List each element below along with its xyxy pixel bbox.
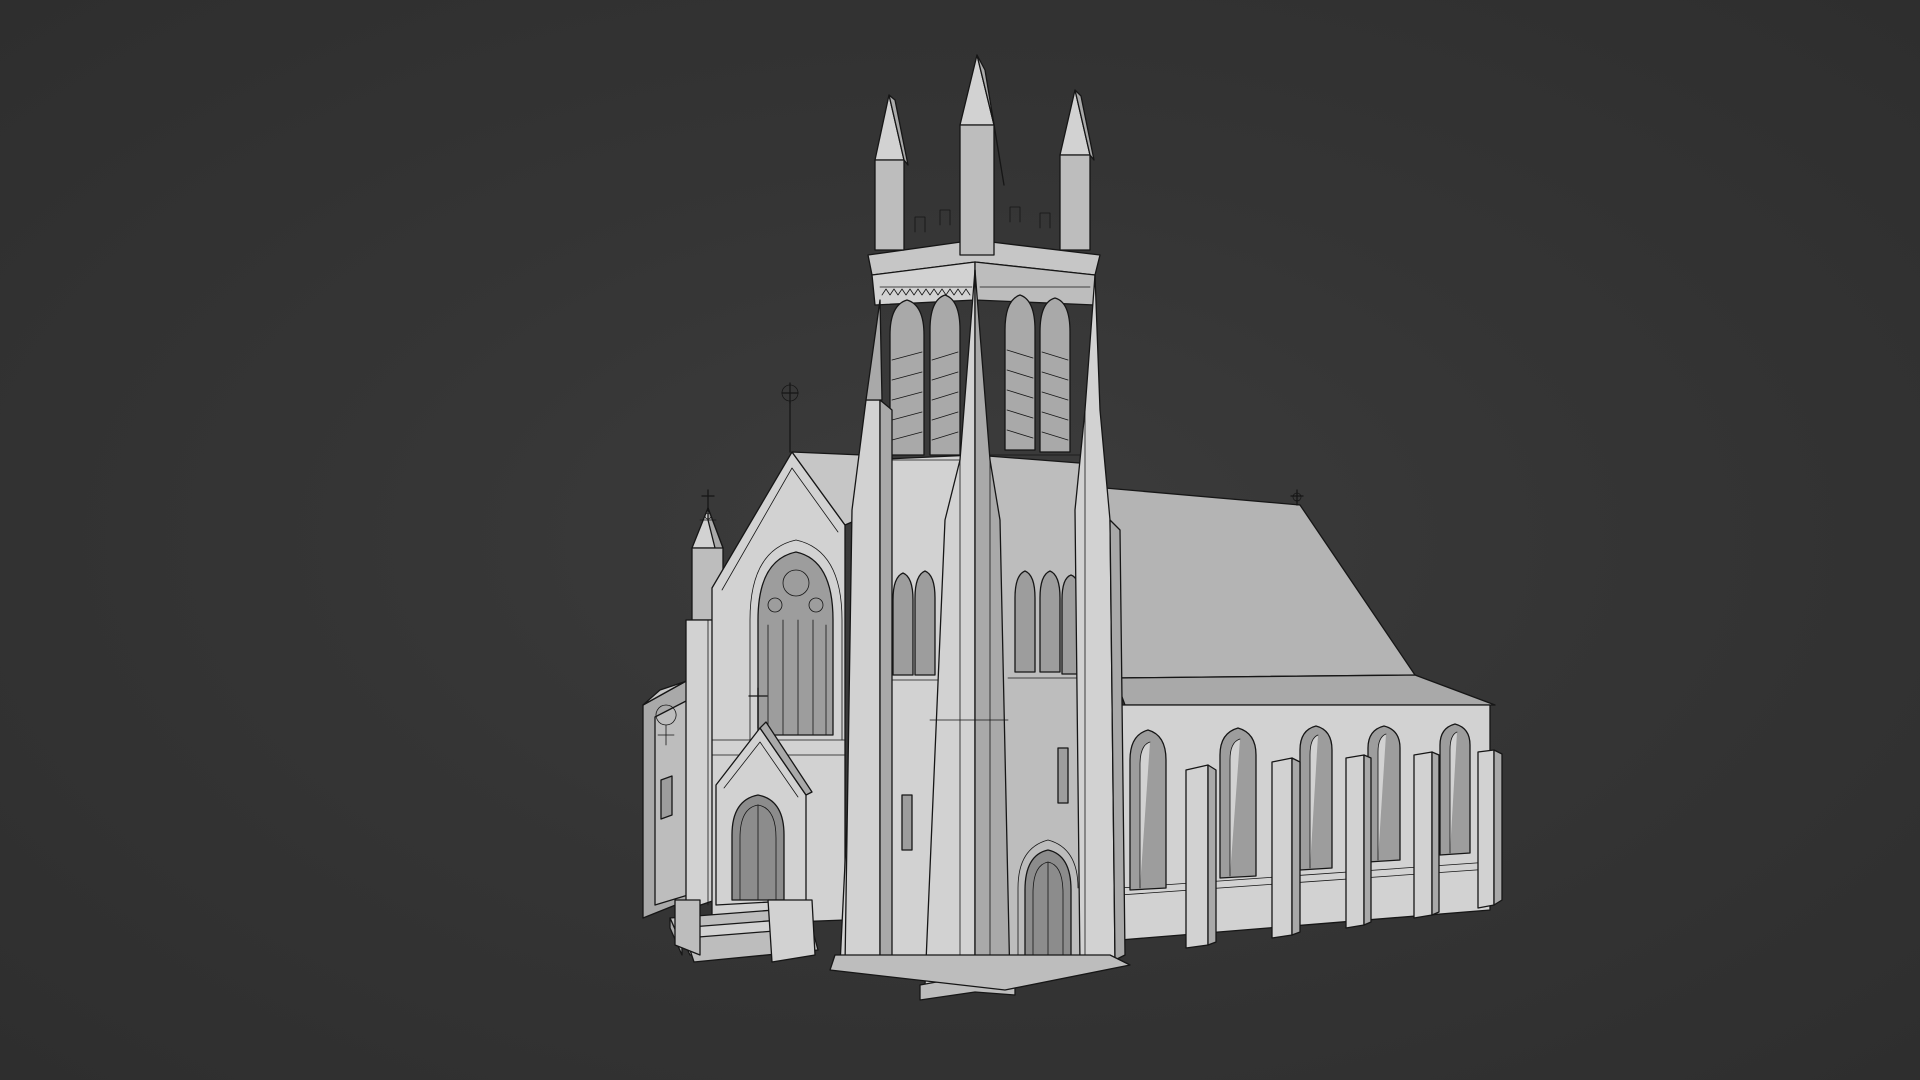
tower-buttresses xyxy=(844,269,1126,1001)
nave-roof xyxy=(1104,487,1496,706)
left-wing xyxy=(642,679,691,919)
tower-pinnacles xyxy=(874,54,1095,256)
church-model xyxy=(642,54,1503,1001)
3d-viewport[interactable] xyxy=(0,0,1920,1080)
bell-tower xyxy=(829,54,1131,1001)
